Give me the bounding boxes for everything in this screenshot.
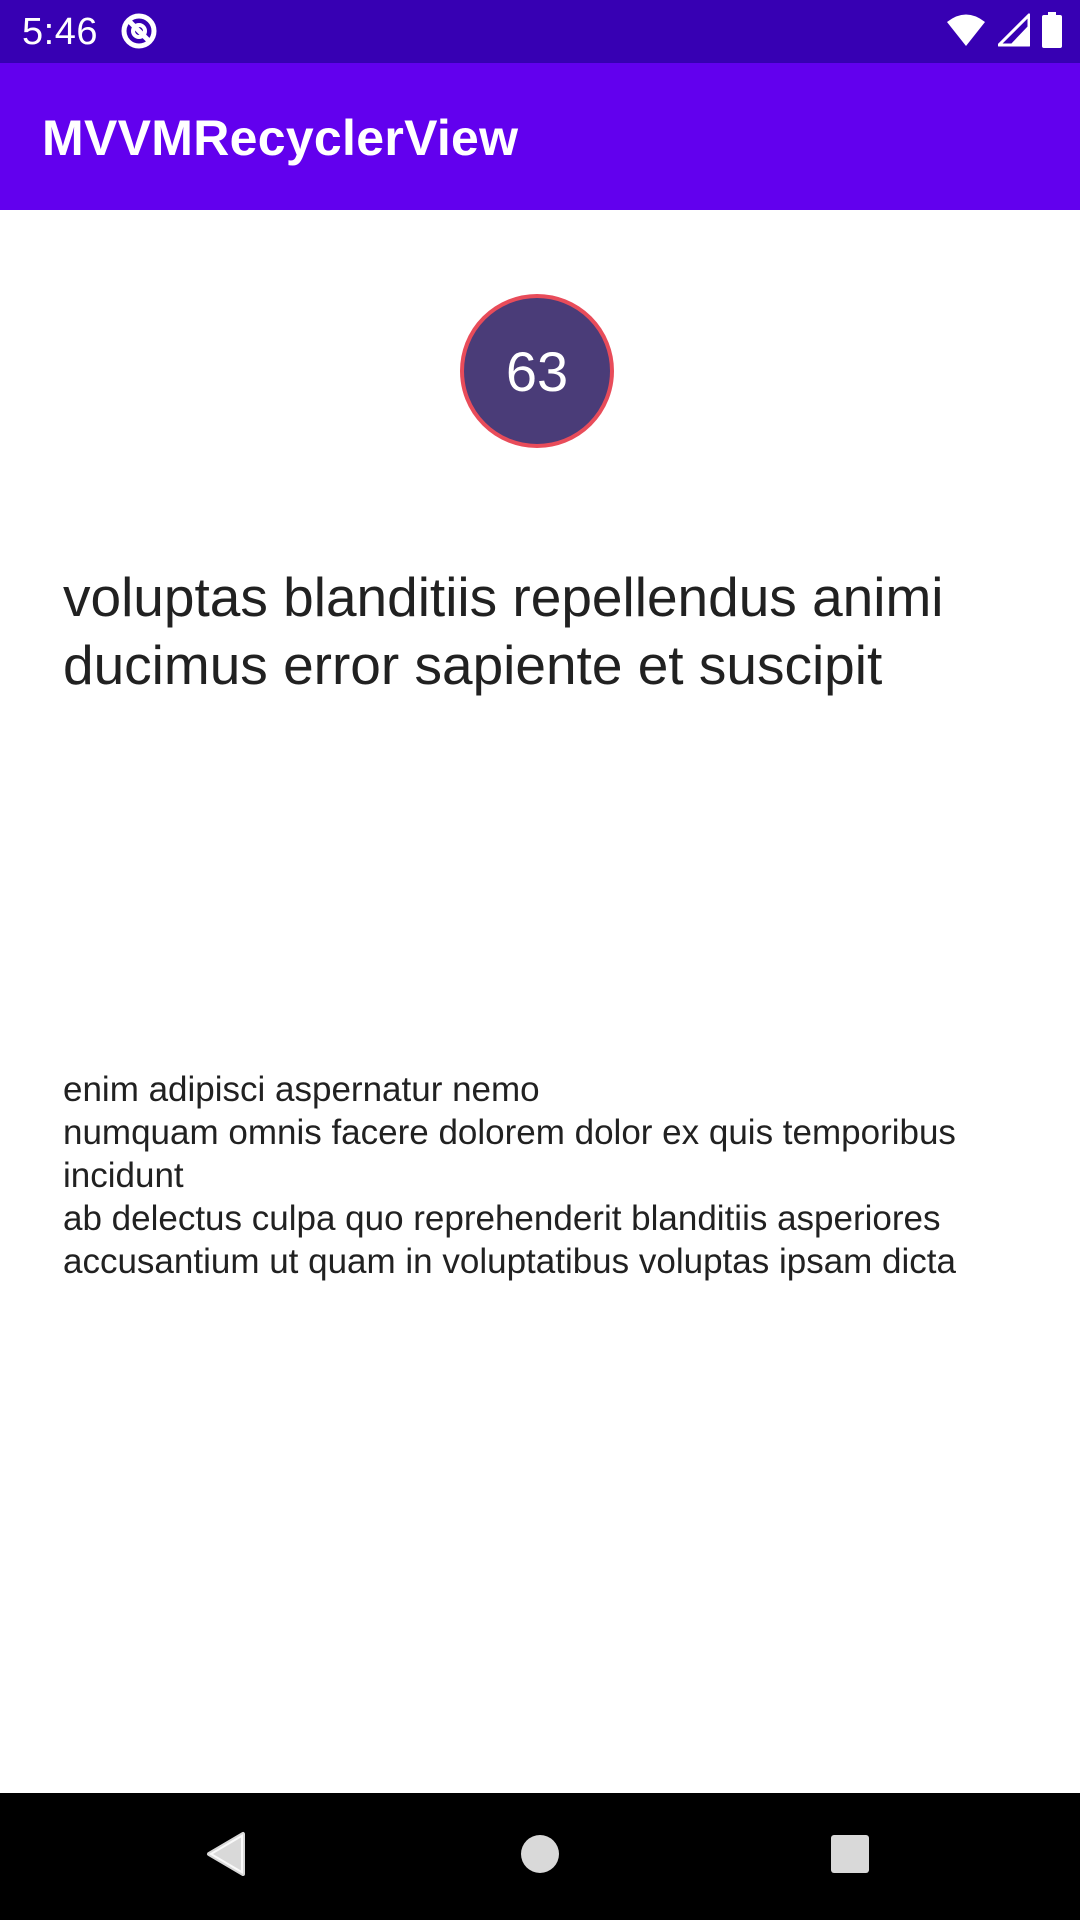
screen: 5:46 MVVMRecyclerView 63 voluptas blandi… bbox=[0, 0, 1080, 1920]
home-icon bbox=[520, 1834, 560, 1879]
back-button[interactable] bbox=[165, 1793, 285, 1920]
home-button[interactable] bbox=[480, 1793, 600, 1920]
cellular-signal-icon bbox=[997, 13, 1031, 52]
battery-icon bbox=[1042, 11, 1062, 53]
post-title: voluptas blanditiis repellendus animi du… bbox=[63, 566, 944, 696]
back-icon bbox=[203, 1830, 247, 1883]
wifi-icon bbox=[946, 13, 986, 52]
navigation-bar bbox=[0, 1793, 1080, 1920]
recents-icon bbox=[830, 1834, 870, 1879]
post-id: 63 bbox=[505, 339, 569, 403]
app-title: MVVMRecyclerView bbox=[42, 110, 519, 166]
post-body: enim adipisci aspernatur nemo numquam om… bbox=[63, 1070, 956, 1281]
recents-button[interactable] bbox=[790, 1793, 910, 1920]
post-detail: 63 voluptas blanditiis repellendus animi… bbox=[0, 210, 1080, 1793]
post-id-badge: 63 bbox=[460, 294, 614, 448]
app-bar: MVVMRecyclerView bbox=[0, 63, 1080, 210]
status-time: 5:46 bbox=[22, 11, 98, 53]
app-notification-icon bbox=[120, 12, 158, 50]
status-icons bbox=[946, 11, 1062, 53]
status-bar: 5:46 bbox=[0, 0, 1080, 63]
